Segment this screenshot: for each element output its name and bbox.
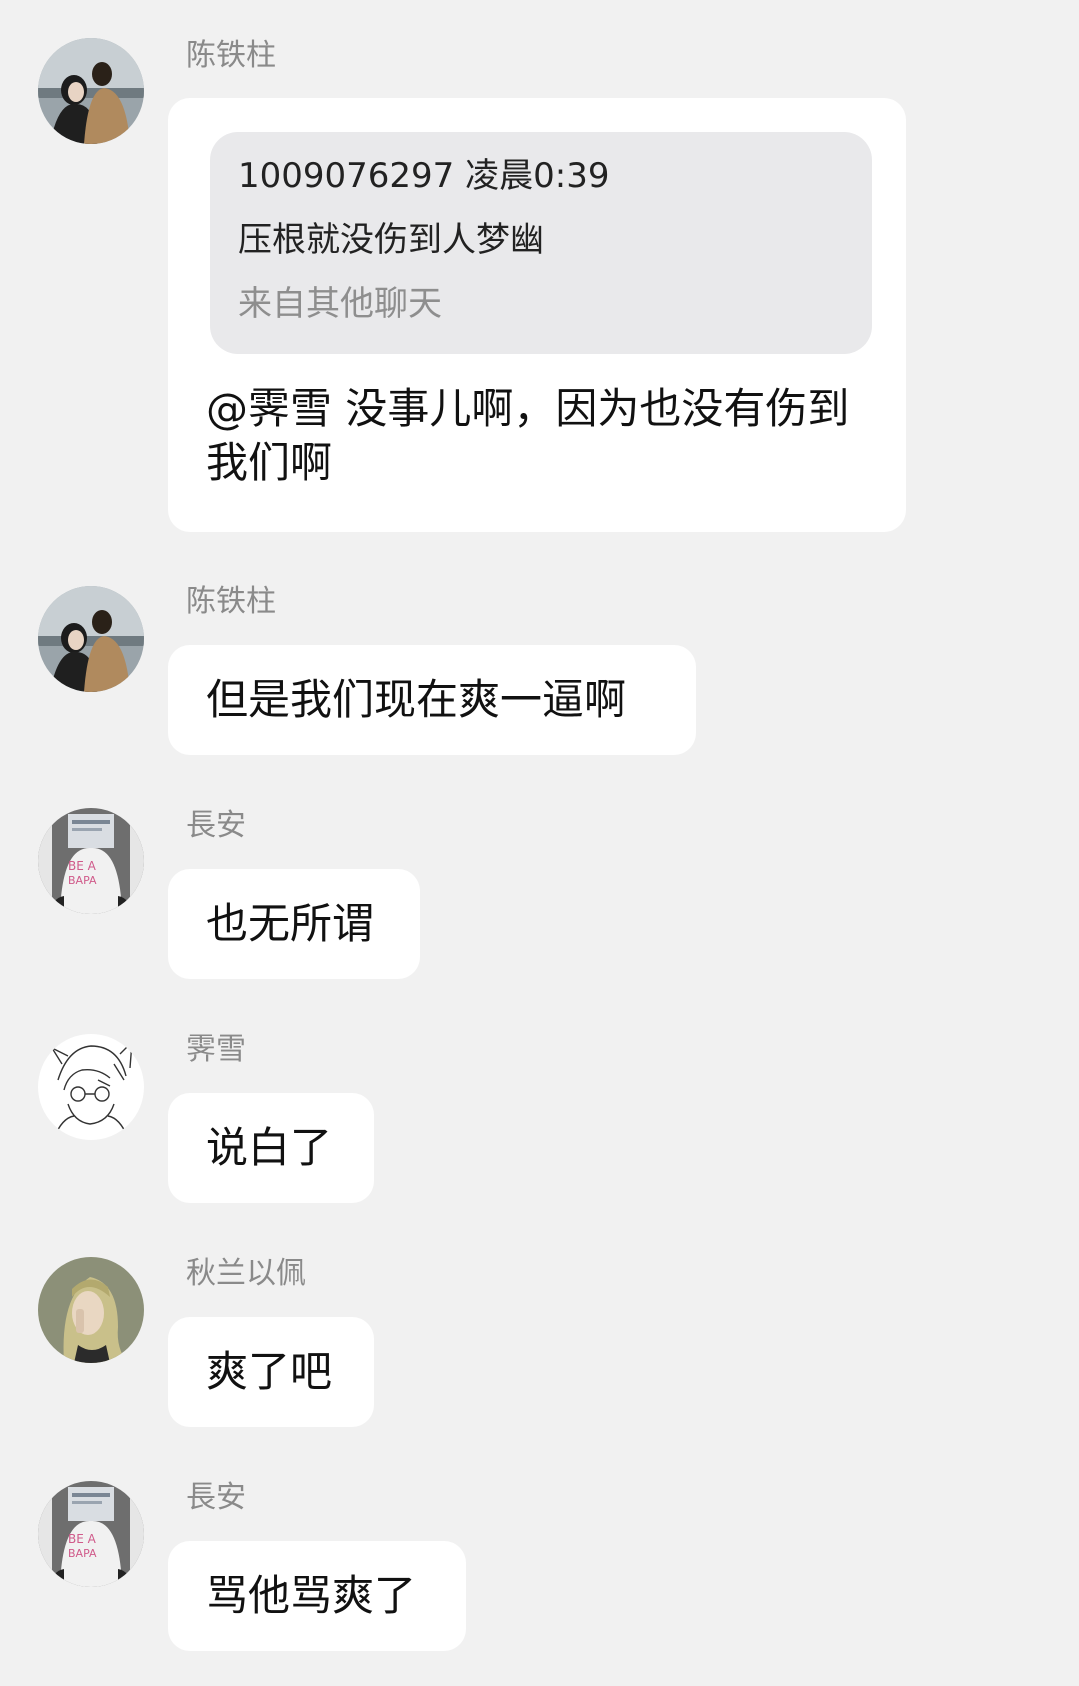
couple-photo-avatar-icon [38,38,144,144]
avatar[interactable]: BE A BAPA [38,1481,144,1587]
sender-name: 陈铁柱 [186,38,276,73]
message-bubble[interactable]: 但是我们现在爽一逼啊 [168,645,696,755]
message-text: 说白了 [206,1123,333,1172]
avatar[interactable] [38,1257,144,1363]
sender-name: 長安 [186,808,246,843]
message-bubble[interactable]: 爽了吧 [168,1317,374,1427]
quote-header: 1009076297 凌晨0:39 [238,156,610,196]
svg-text:BE A: BE A [68,859,97,873]
message-bubble[interactable]: 骂他骂爽了 [168,1541,466,1651]
avatar[interactable] [38,1034,144,1140]
sender-name: 陈铁柱 [186,584,276,619]
avatar[interactable] [38,586,144,692]
svg-text:BAPA: BAPA [68,1547,97,1560]
message-text: 爽了吧 [206,1347,333,1396]
message-text: 也无所谓 [206,899,375,948]
quote-text: 压根就没伤到人梦幽 [238,220,544,260]
sender-name: 霁雪 [186,1032,246,1067]
sender-name: 長安 [186,1480,246,1515]
message-bubble[interactable]: 说白了 [168,1093,374,1203]
sender-name: 秋兰以佩 [186,1256,306,1291]
avatar[interactable] [38,38,144,144]
anime-sketch-avatar-icon [38,1034,144,1140]
message-text: 骂他骂爽了 [206,1571,417,1620]
newspaper-person-avatar-icon: BE A BAPA [38,1481,144,1587]
message-text: @霁雪 没事儿啊，因为也没有伤到我们啊 [206,384,850,487]
newspaper-person-avatar-icon: BE A BAPA [38,808,144,914]
couple-photo-avatar-icon [38,586,144,692]
svg-text:BE A: BE A [68,1532,97,1546]
illustrated-girl-avatar-icon [38,1257,144,1363]
message-bubble[interactable]: 也无所谓 [168,869,420,979]
message-bubble[interactable]: 1009076297 凌晨0:39 压根就没伤到人梦幽 来自其他聊天 @霁雪 没… [168,98,906,532]
quoted-message[interactable]: 1009076297 凌晨0:39 压根就没伤到人梦幽 来自其他聊天 [210,132,872,354]
avatar[interactable]: BE A BAPA [38,808,144,914]
message-text: 但是我们现在爽一逼啊 [206,675,627,724]
quote-source: 来自其他聊天 [238,284,442,324]
svg-text:BAPA: BAPA [68,874,97,887]
